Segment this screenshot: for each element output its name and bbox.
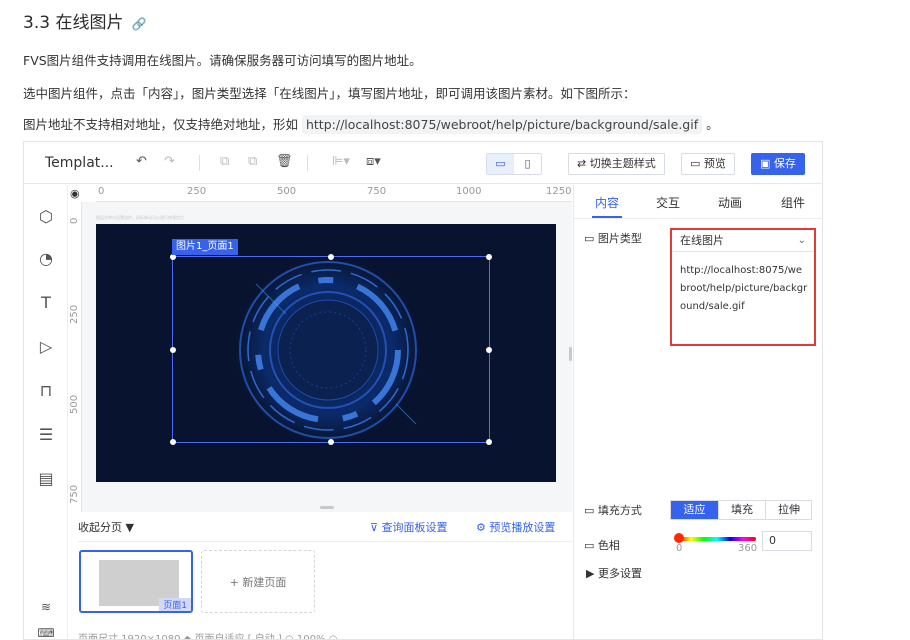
table-icon[interactable]: ☰ [36,425,56,445]
fill-option-stretch[interactable]: 拉伸 [765,501,812,519]
more-settings-toggle[interactable]: ▶ 更多设置 [586,565,642,581]
paste-icon[interactable]: ⧉ [248,154,257,169]
paragraph-3: 图片地址不支持相对地址，仅支持绝对地址，形如 http://localhost:… [23,115,719,134]
filter-icon: ⊽ [370,521,382,534]
paragraph-2: 选中图片组件，点击「内容」，图片类型选择「在线图片」，填写图片地址，即可调用该图… [23,86,636,101]
chart-pie-icon[interactable]: ◔ [36,249,56,269]
resize-handle[interactable] [170,346,176,353]
fill-option-fill[interactable]: 填充 [718,501,765,519]
pages-bar: 收起分页 ▼ ⊽ 查询面板设置 ⚙ 预览播放设置 [78,512,572,542]
canvas-hint: 图层名称与设置组件，鼠标移动可以进行快速定位 [96,215,184,220]
resize-handle[interactable] [170,439,176,445]
divider [199,155,200,171]
chevron-down-icon: ⌄ [797,235,806,246]
layers-icon[interactable]: ≋ [36,597,56,617]
properties-panel: 内容 交互 动画 组件 ▭ 图片类型 在线图片 ⌄ http://localho… [573,185,822,639]
fill-mode-label: ▭ 填充方式 [584,504,642,517]
cube-icon[interactable]: ⬡ [36,207,56,227]
toolbar: Templat... ↶ ↷ ⧉ ⧉ 🗑 ⊫▾ ⧈▾ ▭ ▯ ⇄ 切换主题样式 … [24,142,822,184]
tab-interaction[interactable]: 交互 [656,194,680,211]
playback-settings[interactable]: ⚙ 预览播放设置 [476,519,555,535]
selection-tag: 图片1_页面1 [172,239,238,255]
page-tag: 页面1 [159,598,191,611]
divider [307,155,308,171]
horizontal-scrollbar[interactable] [320,506,334,509]
text-icon[interactable]: T [36,293,56,313]
tab-component[interactable]: 组件 [781,194,805,211]
active-tab-indicator [592,216,622,218]
resize-handle[interactable] [486,439,492,445]
ruler-horizontal: 0 250 500 750 1000 1250 [96,185,572,202]
eye-icon[interactable]: ◉ [70,187,80,200]
gear-icon: ⚙ [476,521,490,534]
keyboard-icon[interactable]: ⌨ [36,623,56,639]
undo-icon[interactable]: ↶ [136,154,147,169]
image-type-label: ▭ 图片类型 [584,232,642,245]
component-sidebar: ⬡ ◔ T ▷ ⊓ ☰ ▤ ≋ ⌨ [24,185,68,639]
monitor-icon: ▭ [584,539,598,552]
fill-mode-segmented: 适应 填充 拉伸 [670,500,812,520]
image-type-select[interactable]: 在线图片 ⌄ [672,230,814,252]
caret-right-icon: ▶ [586,567,598,580]
anchor-link-icon[interactable]: 🔗 [131,17,146,31]
hue-input[interactable]: 0 [762,531,812,551]
hue-slider-handle[interactable] [674,533,684,543]
highlight-box: 在线图片 ⌄ http://localhost:8075/webroot/hel… [670,228,816,346]
selection-box[interactable] [170,254,492,445]
page-thumbnail[interactable]: 页面1 [79,550,193,613]
archive-icon[interactable]: ▤ [36,469,56,489]
delete-icon[interactable]: 🗑 [276,154,293,169]
fill-option-fit[interactable]: 适应 [671,501,718,519]
monitor-icon: ▭ [584,504,598,517]
collapse-pages-toggle[interactable]: 收起分页 ▼ [78,519,134,535]
desktop-icon[interactable]: ▭ [487,154,514,174]
paragraph-1: FVS图片组件支持调用在线图片。请确保服务器可访问填写的图片地址。 [23,53,422,68]
url-code: http://localhost:8075/webroot/help/pictu… [301,115,703,134]
property-tabs: 内容 交互 动画 组件 [574,185,822,219]
hue-slider-track[interactable] [678,537,756,541]
hue-label: ▭ 色相 [584,539,620,552]
section-title: 3.3 在线图片 🔗 [23,13,147,33]
video-icon[interactable]: ▷ [36,337,56,357]
tab-content[interactable]: 内容 [595,194,619,211]
resize-handle[interactable] [486,254,492,260]
resize-handle[interactable] [486,346,492,353]
device-switch: ▭ ▯ [486,153,542,175]
redo-icon[interactable]: ↷ [164,154,175,169]
layer-icon[interactable]: ⧈▾ [366,154,381,169]
new-page-button[interactable]: + 新建页面 [201,550,315,613]
save-button[interactable]: ▣ 保存 [751,153,805,175]
preview-button[interactable]: ▭ 预览 [681,153,735,175]
align-icon[interactable]: ⊫▾ [332,154,350,169]
image-url-input[interactable]: http://localhost:8075/webroot/help/pictu… [680,262,808,316]
switch-theme-button[interactable]: ⇄ 切换主题样式 [568,153,665,175]
designer-app: Templat... ↶ ↷ ⧉ ⧉ 🗑 ⊫▾ ⧈▾ ▭ ▯ ⇄ 切换主题样式 … [23,141,823,640]
tab-animation[interactable]: 动画 [718,194,742,211]
inbox-icon[interactable]: ⊓ [36,381,56,401]
template-name[interactable]: Templat... [45,155,114,171]
resize-handle[interactable] [328,254,334,260]
monitor-icon: ▭ [584,232,598,245]
ruler-vertical: 0 250 500 750 [68,202,82,512]
mobile-icon[interactable]: ▯ [514,154,541,174]
resize-handle[interactable] [328,439,334,445]
query-panel-settings[interactable]: ⊽ 查询面板设置 [370,519,448,535]
status-strip: 页面尺寸 1920×1080 ◆ 页面自适应 [ 自动 ] ○ 100% ○ [78,634,338,640]
vertical-scrollbar[interactable] [569,347,572,361]
copy-icon[interactable]: ⧉ [220,154,229,169]
